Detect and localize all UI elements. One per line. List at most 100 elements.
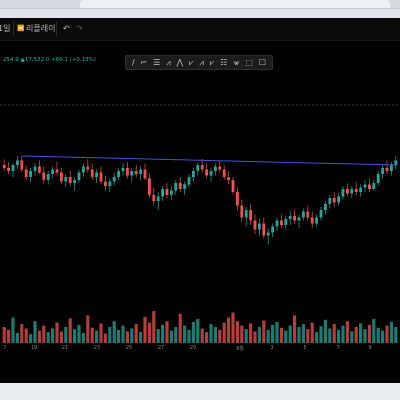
volume-bar bbox=[284, 330, 288, 343]
trendline bbox=[22, 155, 396, 166]
volume-bar bbox=[125, 331, 129, 343]
drawing-tool-icon[interactable]: ☷ bbox=[220, 58, 227, 68]
candle-body bbox=[275, 220, 279, 227]
drawing-tool-icon[interactable]: ⌐ bbox=[141, 58, 148, 68]
candle-body bbox=[200, 165, 204, 170]
undo-icon[interactable]: ↶ bbox=[63, 23, 70, 35]
candle-body bbox=[191, 171, 195, 177]
candle-body bbox=[394, 160, 398, 165]
drawing-tool-icon[interactable]: ⋀ bbox=[177, 58, 184, 68]
volume-bar bbox=[99, 323, 103, 343]
candle-body bbox=[165, 189, 169, 195]
volume-bar bbox=[64, 327, 68, 343]
drawing-tool-icon[interactable]: ☐ bbox=[259, 58, 266, 68]
volume-bar bbox=[350, 331, 354, 343]
volume-bar bbox=[196, 319, 200, 343]
candle-body bbox=[319, 210, 323, 218]
candle-body bbox=[77, 172, 81, 180]
volume-bar bbox=[306, 329, 310, 343]
candle-body bbox=[81, 166, 85, 173]
volume-bar bbox=[165, 321, 169, 343]
candle-body bbox=[46, 174, 50, 180]
volume-bar bbox=[279, 327, 283, 343]
x-axis-tick-label: 29 bbox=[189, 345, 197, 351]
candle-body bbox=[209, 171, 213, 176]
volume-bar bbox=[117, 329, 121, 343]
drawing-tool-icon[interactable]: ⩖ bbox=[233, 58, 239, 68]
volume-bar bbox=[156, 329, 160, 343]
volume-bar bbox=[213, 327, 217, 343]
timeframe-button[interactable]: 1일 bbox=[0, 23, 10, 35]
candle-body bbox=[117, 171, 121, 177]
x-axis-tick-label: 3 bbox=[270, 345, 274, 351]
candle-body bbox=[367, 184, 371, 189]
candle-body bbox=[59, 172, 63, 182]
candle-body bbox=[29, 171, 33, 177]
volume-bar bbox=[341, 325, 345, 343]
volume-bar bbox=[11, 317, 15, 343]
volume-bar bbox=[42, 325, 46, 343]
candle-body bbox=[315, 217, 319, 224]
volume-bar bbox=[147, 322, 151, 343]
candle-body bbox=[266, 232, 270, 236]
candle-body bbox=[240, 205, 244, 218]
candle-body bbox=[169, 190, 173, 195]
volume-bar bbox=[174, 327, 178, 343]
candle-body bbox=[2, 165, 6, 168]
drawing-tool-icon[interactable]: ⩗ bbox=[210, 58, 215, 68]
drawing-tool-icon[interactable]: ⬚ bbox=[245, 58, 253, 68]
redo-icon[interactable]: ↷ bbox=[76, 23, 83, 35]
volume-bar bbox=[103, 333, 107, 343]
volume-bar bbox=[161, 324, 165, 343]
candle-body bbox=[90, 169, 94, 177]
volume-bar bbox=[169, 330, 173, 343]
candle-body bbox=[55, 169, 59, 173]
volume-bar bbox=[73, 329, 77, 343]
volume-bar bbox=[253, 331, 257, 343]
volume-bar bbox=[345, 321, 349, 343]
volume-bar bbox=[68, 318, 72, 343]
candle-body bbox=[130, 171, 134, 176]
volume-bar bbox=[222, 322, 226, 343]
browser-tab[interactable] bbox=[80, 0, 390, 8]
x-axis-tick-label: 23 bbox=[93, 345, 101, 351]
volume-bar bbox=[130, 328, 134, 343]
candle-body bbox=[51, 169, 55, 174]
x-axis-tick-label: 5 bbox=[303, 345, 307, 351]
drawing-tool-icon[interactable]: ⩘ bbox=[166, 58, 171, 68]
volume-bar bbox=[389, 321, 393, 343]
volume-bar bbox=[200, 328, 204, 343]
candle-body bbox=[288, 216, 292, 219]
drawing-tool-icon[interactable]: ⩗ bbox=[189, 58, 194, 68]
replay-button[interactable]: 리플레이 bbox=[26, 23, 55, 35]
x-axis-tick-label: 27 bbox=[157, 345, 165, 351]
volume-bar bbox=[323, 319, 327, 343]
candle-body bbox=[284, 219, 288, 225]
x-axis-tick-label: 9 bbox=[368, 345, 372, 351]
price-chart[interactable] bbox=[0, 40, 400, 343]
candle-body bbox=[134, 171, 138, 174]
volume-bar bbox=[271, 324, 275, 343]
replay-icon[interactable]: ⏪ bbox=[17, 23, 24, 35]
volume-bar bbox=[288, 325, 292, 343]
volume-bar bbox=[376, 327, 380, 343]
candle-body bbox=[213, 166, 217, 171]
volume-bar bbox=[385, 325, 389, 343]
candle-body bbox=[341, 189, 345, 197]
volume-bar bbox=[310, 322, 314, 343]
candle-body bbox=[125, 168, 129, 176]
x-axis-tick-label: 7 bbox=[336, 345, 340, 351]
volume-bar bbox=[178, 313, 182, 343]
candle-body bbox=[103, 181, 107, 186]
volume-bar bbox=[262, 320, 266, 343]
x-axis-tick-label: 21 bbox=[61, 345, 69, 351]
candle-body bbox=[37, 166, 41, 173]
window-bottom-strip bbox=[0, 383, 400, 400]
drawing-tool-icon[interactable]: / bbox=[132, 58, 135, 68]
volume-bar bbox=[266, 329, 270, 343]
drawing-tool-icon[interactable]: ☰ bbox=[153, 58, 160, 68]
drawing-tool-icon[interactable]: ⩘ bbox=[199, 58, 204, 68]
candle-body bbox=[24, 169, 28, 177]
candle-body bbox=[227, 177, 231, 180]
candle-body bbox=[385, 168, 389, 171]
